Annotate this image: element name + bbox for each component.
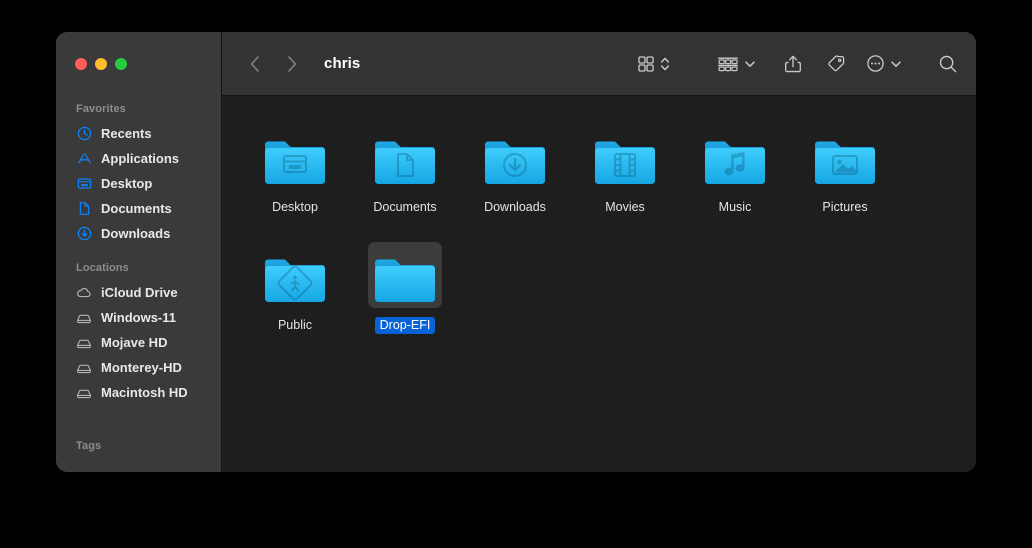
file-item-label: Downloads xyxy=(484,200,546,214)
sidebar-item-desktop[interactable]: Desktop xyxy=(56,171,221,196)
sidebar-item-macintosh-hd[interactable]: Macintosh HD xyxy=(56,380,221,405)
sidebar-item-monterey-hd[interactable]: Monterey-HD xyxy=(56,355,221,380)
view-control-group xyxy=(637,51,670,77)
clock-icon xyxy=(76,126,92,142)
sidebar-section-locations-header: Locations xyxy=(76,262,129,274)
folder-icon-movies xyxy=(588,124,662,190)
hard-drive-icon xyxy=(76,385,92,401)
file-item-documents[interactable]: Documents xyxy=(350,118,460,216)
folder-icon-downloads xyxy=(478,124,552,190)
file-grid-row: Public Drop-EFI xyxy=(240,236,976,334)
sidebar-item-label: Windows-11 xyxy=(101,310,177,325)
download-circle-icon xyxy=(76,226,92,242)
sidebar-item-downloads[interactable]: Downloads xyxy=(56,221,221,246)
back-button[interactable] xyxy=(244,53,266,75)
sidebar-section-favorites-header: Favorites xyxy=(76,103,126,115)
sidebar-item-applications[interactable]: Applications xyxy=(56,146,221,171)
minimize-button[interactable] xyxy=(95,58,107,70)
folder-icon-music xyxy=(698,124,772,190)
sidebar-item-label: Desktop xyxy=(101,176,153,191)
sidebar-item-label: Mojave HD xyxy=(101,335,168,350)
file-item-label: Drop-EFI xyxy=(374,317,436,334)
hard-drive-icon xyxy=(76,360,92,376)
sidebar-item-windows-11[interactable]: Windows-11 xyxy=(56,305,221,330)
traffic-lights xyxy=(56,32,221,96)
chevron-up-down-icon[interactable] xyxy=(660,55,670,73)
file-item-label: Documents xyxy=(373,200,437,214)
folder-icon-drop-efi xyxy=(368,242,442,308)
toolbar: chris xyxy=(222,32,976,96)
file-item-movies[interactable]: Movies xyxy=(570,118,680,216)
file-grid-row: Desktop Documents Downloads Movies Music… xyxy=(240,118,976,216)
group-by-icon[interactable] xyxy=(717,51,739,77)
file-item-downloads[interactable]: Downloads xyxy=(460,118,570,216)
folder-icon-public xyxy=(258,242,332,308)
file-item-label: Desktop xyxy=(272,200,318,214)
desktop-window-icon xyxy=(76,176,92,192)
file-item-label: Public xyxy=(277,318,313,332)
folder-icon-desktop xyxy=(258,124,332,190)
file-item-music[interactable]: Music xyxy=(680,118,790,216)
search-icon[interactable] xyxy=(938,51,958,77)
sidebar-item-label: Downloads xyxy=(101,226,171,241)
sidebar-item-documents[interactable]: Documents xyxy=(56,196,221,221)
sidebar: Favorites Recents Applications Desktop D… xyxy=(56,32,222,472)
file-item-drop-efi[interactable]: Drop-EFI xyxy=(350,236,460,334)
sidebar-item-label: Macintosh HD xyxy=(101,385,188,400)
sidebar-item-recents[interactable]: Recents xyxy=(56,121,221,146)
sidebar-item-label: Recents xyxy=(101,126,152,141)
file-item-label: Music xyxy=(718,200,752,214)
content-pane: chris Desktop Documents Downloads Movies… xyxy=(222,32,976,472)
cloud-icon xyxy=(76,285,92,301)
share-icon[interactable] xyxy=(784,51,802,77)
folder-icon-documents xyxy=(368,124,442,190)
finder-window: Favorites Recents Applications Desktop D… xyxy=(56,32,976,472)
group-by-control-group xyxy=(717,51,756,77)
file-item-desktop[interactable]: Desktop xyxy=(240,118,350,216)
file-grid: Desktop Documents Downloads Movies Music… xyxy=(222,96,976,472)
sidebar-section-tags-header: Tags xyxy=(76,440,102,452)
file-item-label: Pictures xyxy=(822,200,868,214)
sidebar-item-mojave-hd[interactable]: Mojave HD xyxy=(56,330,221,355)
more-actions-group xyxy=(866,51,902,77)
file-item-pictures[interactable]: Pictures xyxy=(790,118,900,216)
file-item-label: Movies xyxy=(605,200,645,214)
close-button[interactable] xyxy=(75,58,87,70)
forward-button[interactable] xyxy=(281,53,303,75)
ellipsis-circle-icon[interactable] xyxy=(866,51,885,77)
applications-icon xyxy=(76,151,92,167)
page-title: chris xyxy=(324,55,361,72)
sidebar-item-label: Documents xyxy=(101,201,172,216)
chevron-down-icon[interactable] xyxy=(744,58,756,70)
document-icon xyxy=(76,201,92,217)
sidebar-item-label: iCloud Drive xyxy=(101,285,178,300)
hard-drive-icon xyxy=(76,310,92,326)
sidebar-item-label: Applications xyxy=(101,151,180,166)
sidebar-item-icloud-drive[interactable]: iCloud Drive xyxy=(56,280,221,305)
tag-icon[interactable] xyxy=(826,51,846,77)
zoom-button[interactable] xyxy=(115,58,127,70)
chevron-down-icon[interactable] xyxy=(890,58,902,70)
file-item-public[interactable]: Public xyxy=(240,236,350,334)
grid-view-icon[interactable] xyxy=(637,51,655,77)
hard-drive-icon xyxy=(76,335,92,351)
navigation-buttons xyxy=(244,53,303,75)
sidebar-item-label: Monterey-HD xyxy=(101,360,182,375)
folder-icon-pictures xyxy=(808,124,882,190)
